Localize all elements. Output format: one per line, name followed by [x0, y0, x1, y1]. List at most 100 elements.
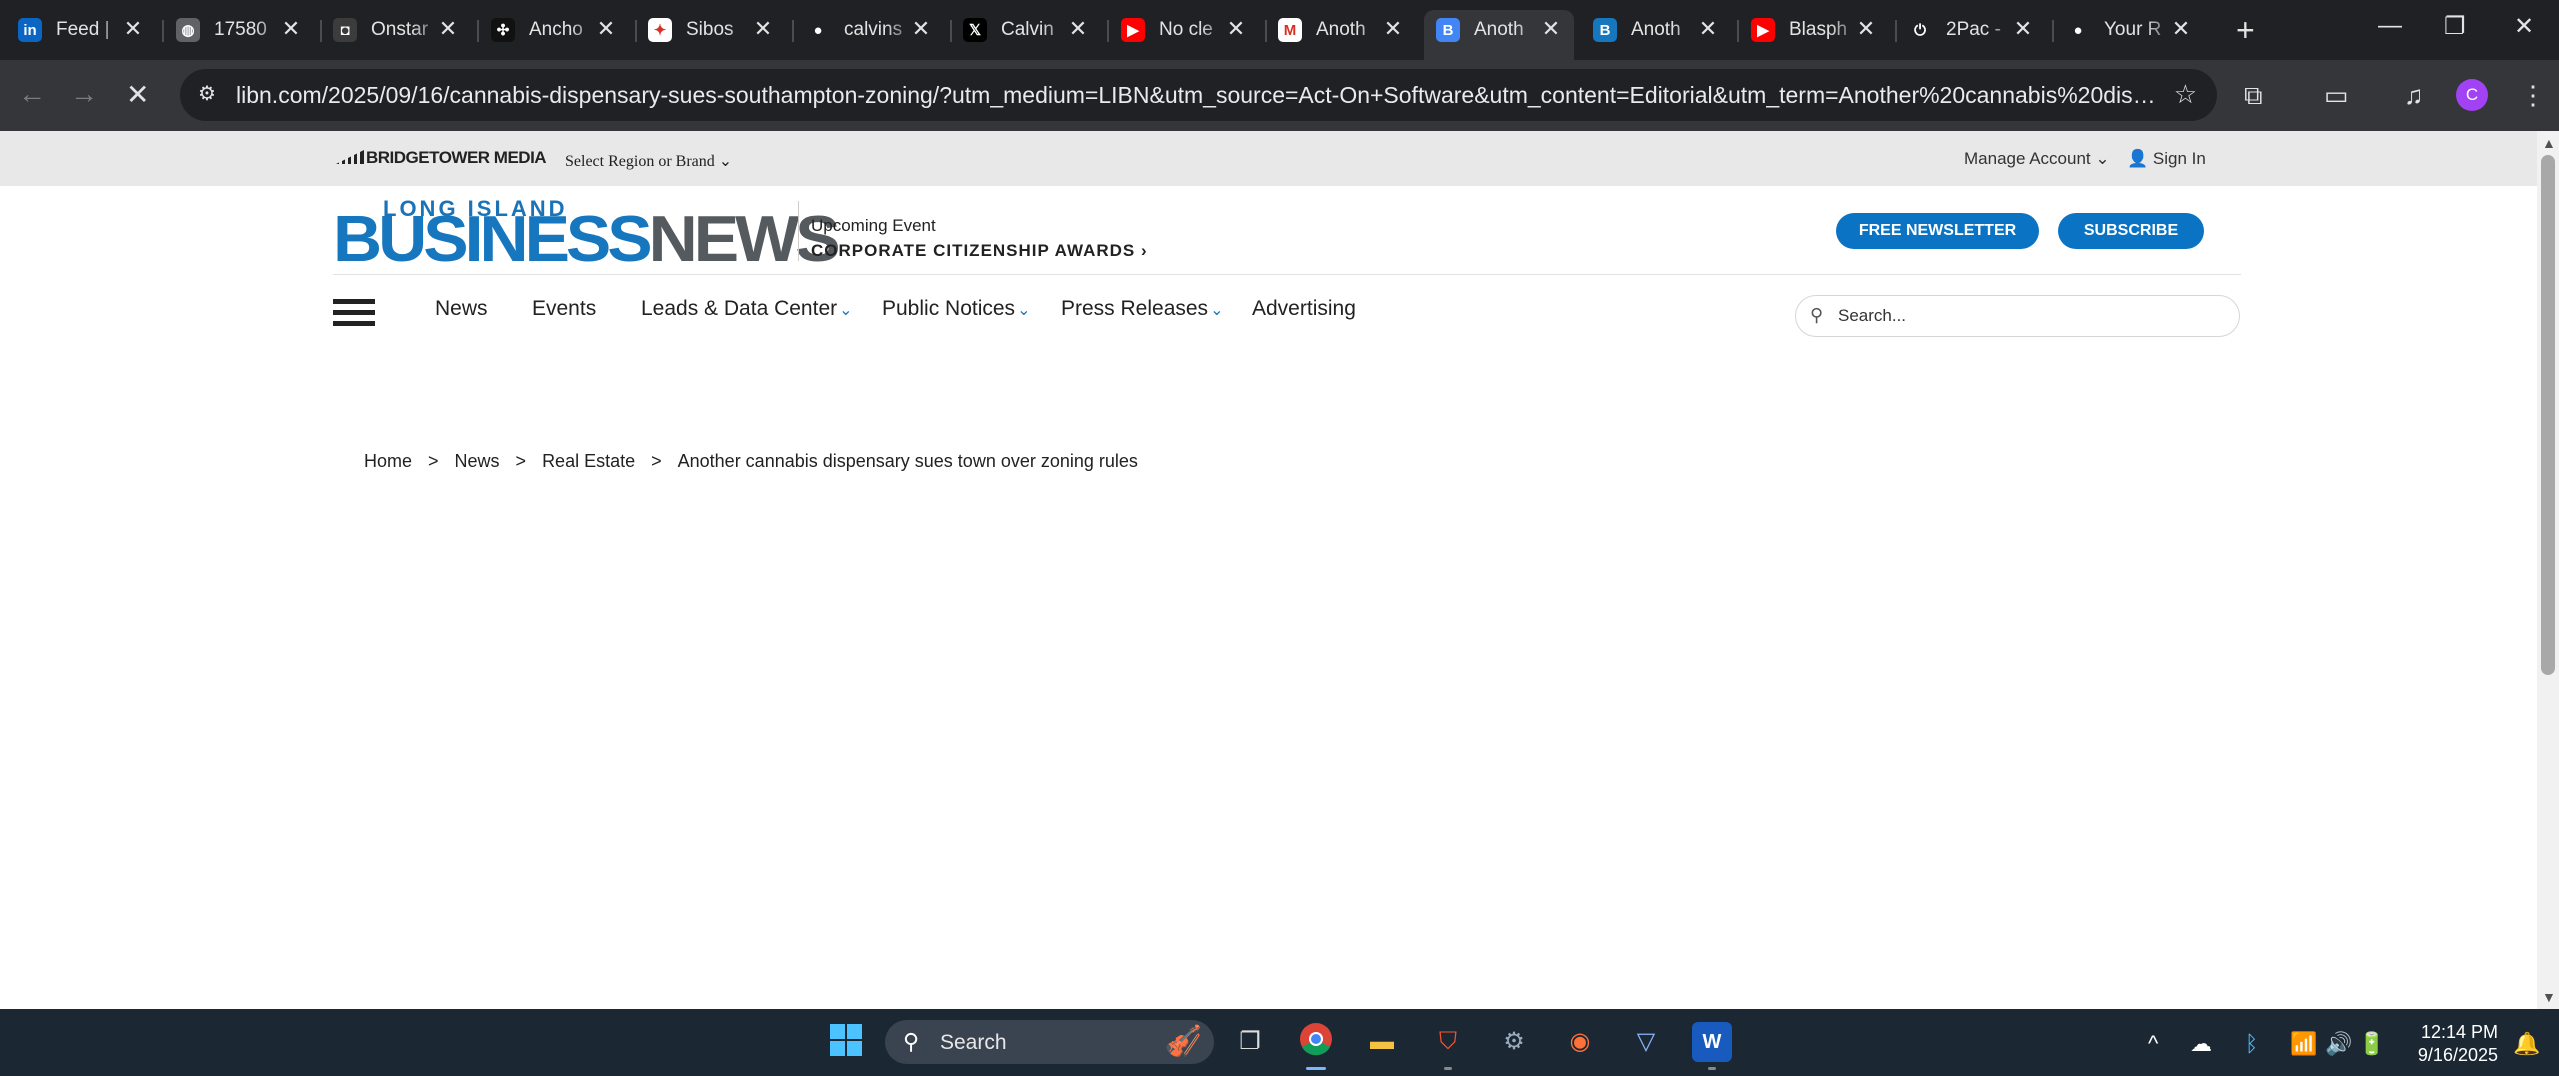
browser-tab[interactable]: ✦ Sibos ✕	[648, 10, 788, 50]
scroll-thumb[interactable]	[2541, 155, 2555, 675]
scroll-up-icon[interactable]: ▲	[2542, 135, 2556, 151]
address-bar[interactable]: ⚙ libn.com/2025/09/16/cannabis-dispensar…	[180, 69, 2217, 121]
site-search[interactable]: ⚲	[1795, 295, 2240, 337]
tab-close-icon[interactable]: ✕	[120, 16, 146, 42]
nav-advertising[interactable]: Advertising	[1252, 297, 1356, 321]
restore-button[interactable]: ❐	[2444, 12, 2466, 41]
github-icon: ●	[806, 18, 830, 42]
breadcrumb-news[interactable]: News	[455, 451, 500, 471]
url-text[interactable]: libn.com/2025/09/16/cannabis-dispensary-…	[236, 82, 2161, 109]
browser-tab[interactable]: ⏻ 2Pac - ✕	[1908, 10, 2048, 50]
upcoming-event-link[interactable]: CORPORATE CITIZENSHIP AWARDS ›	[811, 241, 1148, 261]
browser-tab[interactable]: ● Your R ✕	[2066, 10, 2206, 50]
site-info-icon[interactable]: ⚙	[198, 81, 224, 107]
nav-press-releases[interactable]: Press Releases ⌄	[1061, 297, 1223, 321]
stop-loading-icon[interactable]: ✕	[126, 78, 149, 111]
bluetooth-icon[interactable]: ᛒ	[2245, 1031, 2258, 1057]
bridgetower-icon: B	[1436, 18, 1460, 42]
browser-tab[interactable]: ◘ Onstar ✕	[333, 10, 473, 50]
breadcrumb-real-estate[interactable]: Real Estate	[542, 451, 635, 471]
nav-news[interactable]: News	[435, 297, 488, 321]
file-explorer-icon[interactable]: ▬	[1362, 1022, 1402, 1062]
onedrive-icon[interactable]: ☁	[2190, 1031, 2212, 1057]
tab-close-icon[interactable]: ✕	[1695, 16, 1721, 42]
breadcrumb-home[interactable]: Home	[364, 451, 412, 471]
brave-icon[interactable]: ⛉	[1428, 1022, 1468, 1062]
browser-tab[interactable]: ▶ Blasph ✕	[1751, 10, 1891, 50]
extensions-icon[interactable]: ⧉	[2244, 80, 2263, 112]
site-logo[interactable]: LONG ISLAND BUSINESSNEWS	[333, 196, 841, 272]
sign-in-link[interactable]: 👤 Sign In	[2127, 149, 2206, 169]
minimize-button[interactable]: —	[2378, 12, 2402, 40]
browser-tab[interactable]: ▶ No cle ✕	[1121, 10, 1261, 50]
tab-close-icon[interactable]: ✕	[593, 16, 619, 42]
tab-close-icon[interactable]: ✕	[435, 16, 461, 42]
browser-tab[interactable]: B Anoth ✕	[1436, 10, 1576, 50]
vpn-icon[interactable]: ▽	[1626, 1022, 1666, 1062]
browser-tab[interactable]: in Feed | ✕	[18, 10, 158, 50]
page-scrollbar[interactable]: ▲ ▼	[2537, 131, 2559, 1009]
kebab-menu-icon[interactable]: ⋮	[2520, 80, 2546, 111]
chrome-icon[interactable]	[1296, 1022, 1336, 1062]
media-control-icon[interactable]: ♫	[2404, 80, 2424, 111]
browser-tab[interactable]: M Anoth ✕	[1278, 10, 1418, 50]
browser-tab[interactable]: ◍ 17580 ✕	[176, 10, 316, 50]
tab-close-icon[interactable]: ✕	[1065, 16, 1091, 42]
tab-close-icon[interactable]: ✕	[1223, 16, 1249, 42]
free-newsletter-button[interactable]: FREE NEWSLETTER	[1836, 213, 2039, 249]
profile-avatar[interactable]: C	[2456, 79, 2488, 111]
bridgetower-logo[interactable]: BRIDGETOWER MEDIA	[336, 148, 547, 168]
windows-start-icon[interactable]	[826, 1022, 866, 1062]
browser-tab[interactable]: B Anoth ✕	[1593, 10, 1733, 50]
tab-title: Calvin	[1001, 19, 1054, 40]
nav-public-notices[interactable]: Public Notices ⌄	[882, 297, 1030, 321]
tab-title: 17580	[214, 19, 267, 40]
browser-tab[interactable]: 𝕏 Calvin ✕	[963, 10, 1103, 50]
subscribe-button[interactable]: SUBSCRIBE	[2058, 213, 2204, 249]
tab-close-icon[interactable]: ✕	[2168, 16, 2194, 42]
tab-close-icon[interactable]: ✕	[750, 16, 776, 42]
hamburger-menu-icon[interactable]	[333, 299, 375, 327]
nav-leads-data-center[interactable]: Leads & Data Center ⌄	[641, 297, 853, 321]
nav-events[interactable]: Events	[532, 297, 596, 321]
word-icon[interactable]: W	[1692, 1022, 1732, 1062]
tab-title: Sibos	[686, 19, 734, 40]
scroll-down-icon[interactable]: ▼	[2542, 989, 2556, 1005]
task-view-icon[interactable]: ❐	[1230, 1022, 1270, 1062]
globe-icon: ◍	[176, 18, 200, 42]
wifi-icon[interactable]: 📶	[2290, 1031, 2317, 1057]
forward-arrow-icon[interactable]: →	[70, 78, 98, 110]
brave-running-indicator	[1444, 1067, 1452, 1070]
window-close-button[interactable]: ✕	[2514, 12, 2534, 41]
firefox-icon[interactable]: ◉	[1560, 1022, 1600, 1062]
breadcrumb: Home > News > Real Estate > Another cannabis d…	[364, 451, 1138, 472]
browser-tab[interactable]: ✣ Ancho ✕	[491, 10, 631, 50]
show-hidden-icons-icon[interactable]: ^	[2148, 1031, 2158, 1057]
browser-tab[interactable]: ● calvins ✕	[806, 10, 946, 50]
tab-close-icon[interactable]: ✕	[278, 16, 304, 42]
region-select[interactable]: Select Region or Brand ⌄	[565, 151, 732, 171]
tab-close-icon[interactable]: ✕	[2010, 16, 2036, 42]
tab-close-icon[interactable]: ✕	[1380, 16, 1406, 42]
onstar-icon: ◘	[333, 18, 357, 42]
search-input[interactable]	[1838, 304, 2218, 328]
violin-icon: 🎻	[1164, 1025, 1202, 1058]
manage-account-link[interactable]: Manage Account ⌄	[1964, 149, 2110, 169]
tab-close-icon[interactable]: ✕	[1853, 16, 1879, 42]
tab-close-icon[interactable]: ✕	[1538, 16, 1564, 42]
b-icon: B	[1593, 18, 1617, 42]
battery-icon[interactable]: 🔋	[2358, 1031, 2385, 1057]
back-arrow-icon[interactable]: ←	[18, 78, 46, 110]
cast-icon[interactable]: ▭	[2324, 80, 2349, 111]
notification-bell-icon[interactable]: 🔔	[2513, 1031, 2540, 1057]
new-tab-button[interactable]: +	[2236, 12, 2255, 49]
system-clock[interactable]: 12:14 PM 9/16/2025	[2388, 1021, 2498, 1067]
header-divider	[333, 274, 2241, 275]
volume-icon[interactable]: 🔊	[2325, 1031, 2352, 1057]
bookmark-star-icon[interactable]: ☆	[2174, 79, 2197, 110]
chevron-down-icon: ⌄	[2095, 149, 2110, 168]
taskbar-search[interactable]: ⚲ Search 🎻	[885, 1020, 1214, 1064]
tab-close-icon[interactable]: ✕	[908, 16, 934, 42]
settings-icon[interactable]: ⚙	[1494, 1022, 1534, 1062]
sibos-icon: ✦	[648, 18, 672, 42]
